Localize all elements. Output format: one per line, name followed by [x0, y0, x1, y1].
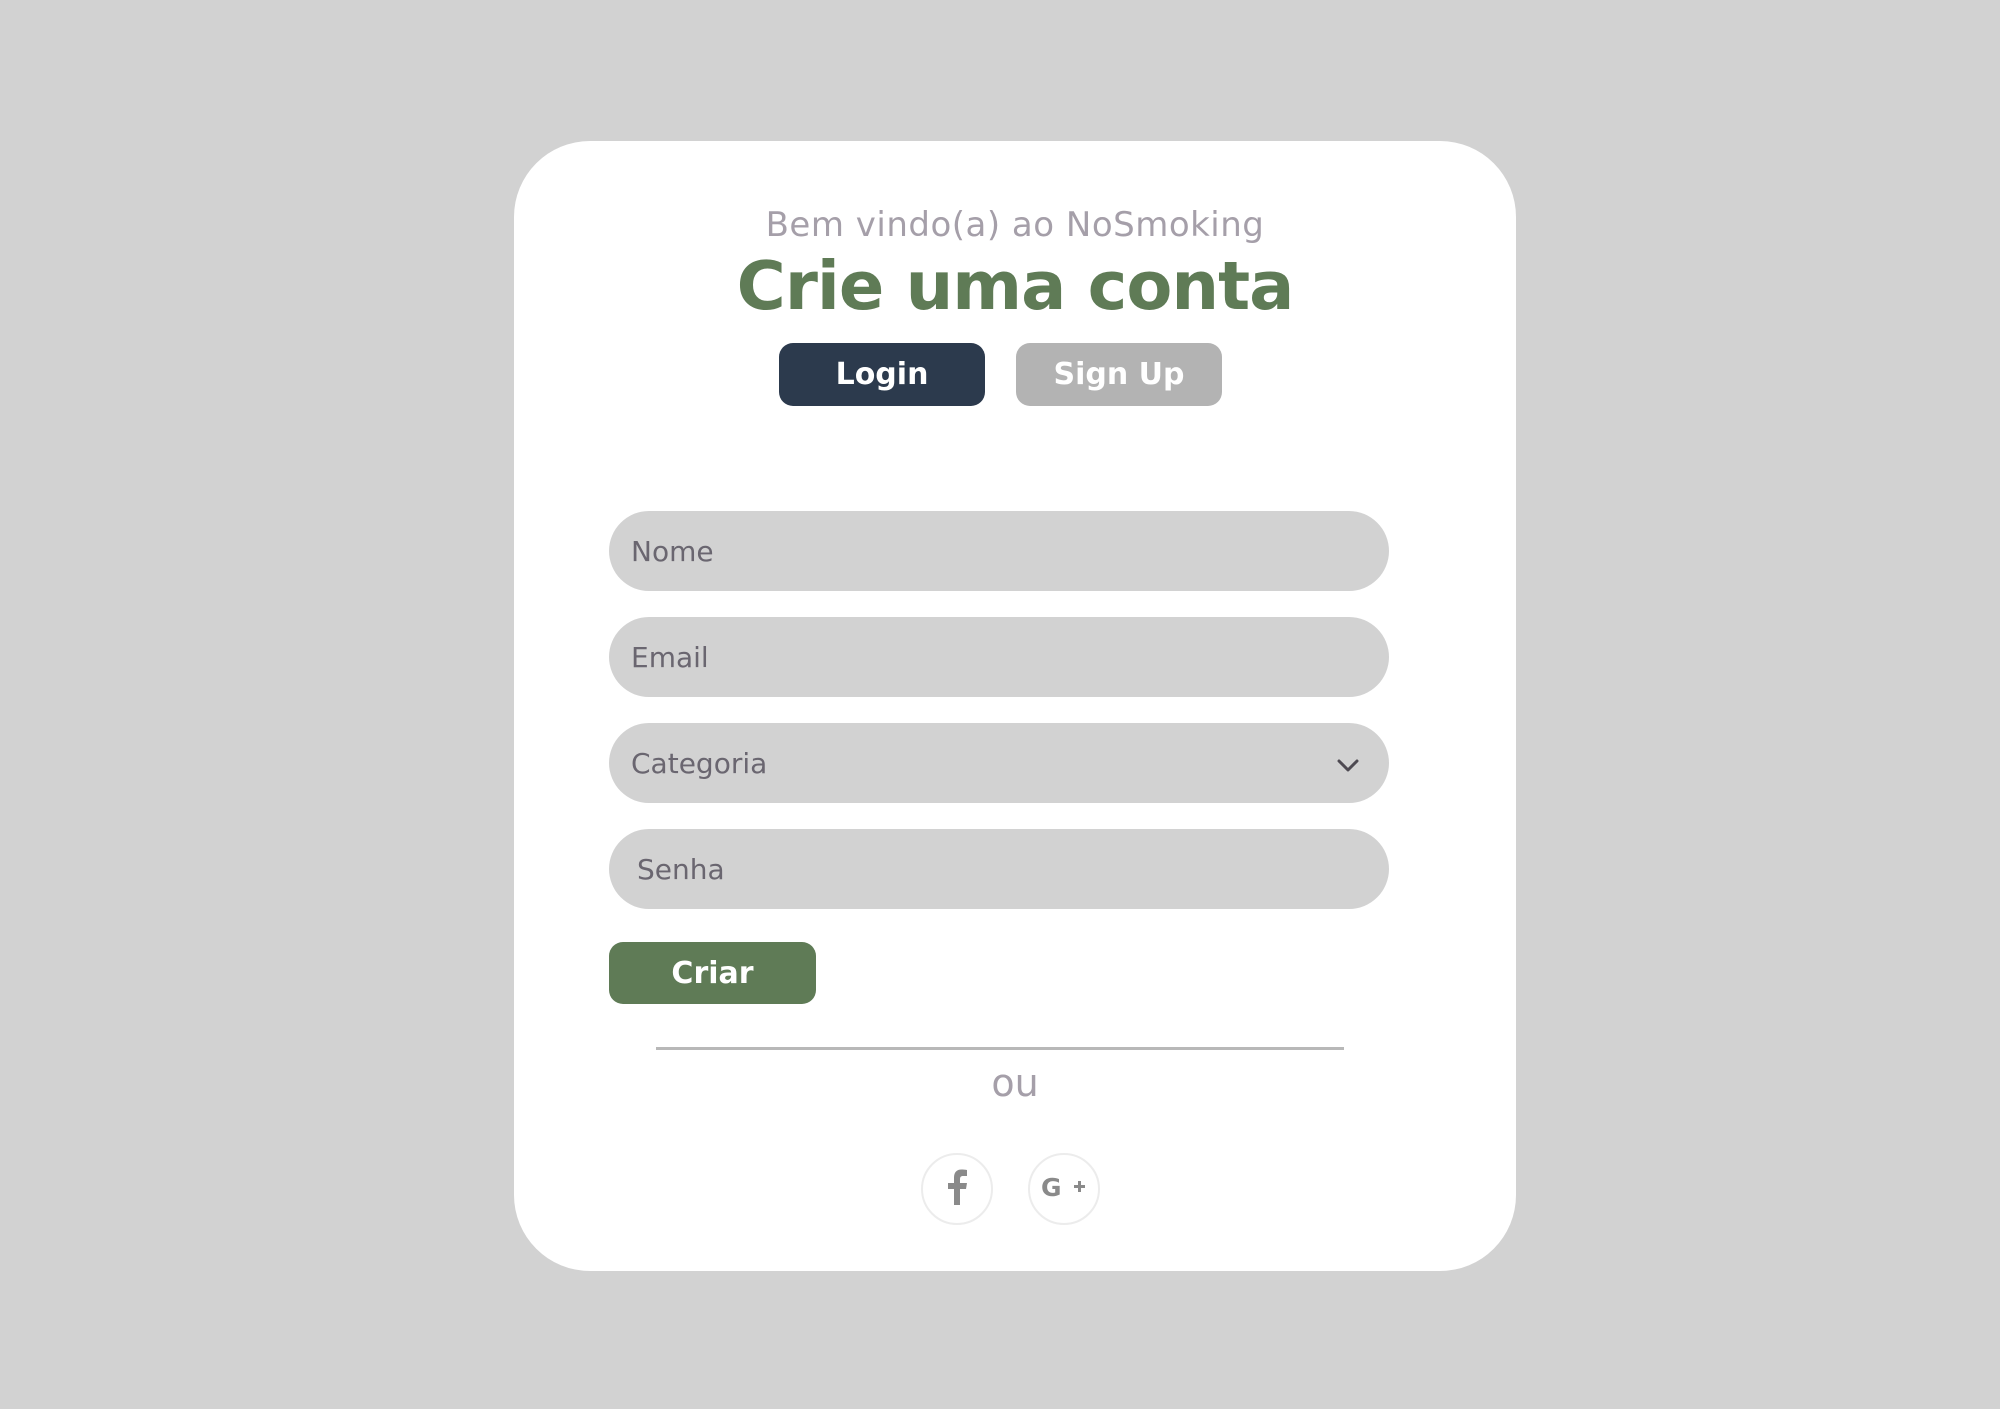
- facebook-icon: [942, 1167, 972, 1211]
- facebook-login-button[interactable]: [921, 1153, 993, 1225]
- welcome-text: Bem vindo(a) ao NoSmoking: [765, 205, 1265, 245]
- tab-login[interactable]: Login: [779, 343, 985, 406]
- tab-signup-label: Sign Up: [1053, 357, 1185, 392]
- category-selected-value: Categoria: [631, 746, 768, 780]
- chevron-down-icon: [1335, 753, 1361, 779]
- category-select[interactable]: Categoria: [609, 723, 1389, 803]
- google-plus-login-button[interactable]: G: [1028, 1153, 1100, 1225]
- password-placeholder: Senha: [637, 852, 725, 886]
- create-account-button[interactable]: Criar: [609, 942, 816, 1004]
- name-placeholder: Nome: [631, 534, 714, 568]
- tab-login-label: Login: [835, 357, 929, 392]
- google-plus-icon: G: [1041, 1173, 1087, 1205]
- page-title: Crie uma conta: [736, 247, 1295, 325]
- email-placeholder: Email: [631, 640, 709, 674]
- divider-line: [656, 1047, 1344, 1050]
- signup-card: Bem vindo(a) ao NoSmoking Crie uma conta…: [514, 141, 1516, 1271]
- email-field[interactable]: Email: [609, 617, 1389, 697]
- create-button-label: Criar: [671, 955, 754, 991]
- password-field[interactable]: Senha: [609, 829, 1389, 909]
- or-separator-text: ou: [991, 1061, 1039, 1105]
- name-field[interactable]: Nome: [609, 511, 1389, 591]
- tab-signup[interactable]: Sign Up: [1016, 343, 1222, 406]
- svg-text:G: G: [1041, 1173, 1062, 1201]
